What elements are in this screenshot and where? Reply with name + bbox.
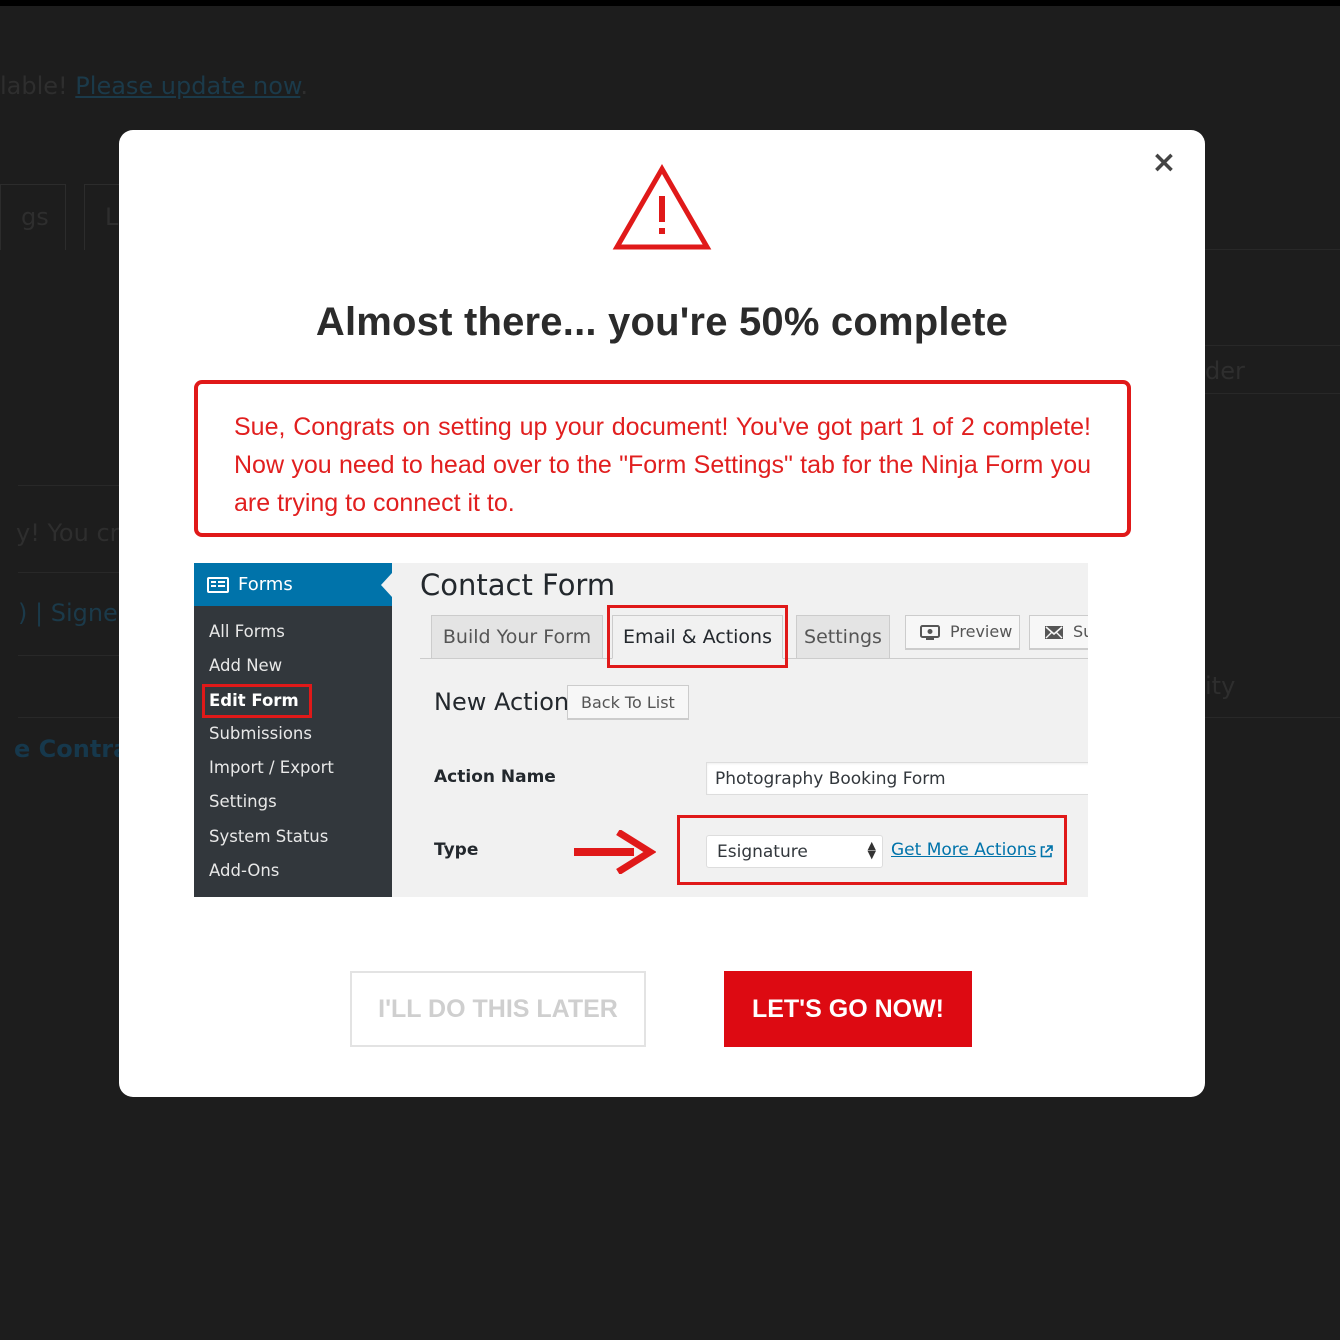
bg-divider	[1205, 393, 1340, 394]
tab-settings: Settings	[796, 615, 890, 659]
update-link[interactable]: Please update now	[75, 72, 300, 100]
sidebar-forms-label: Forms	[238, 574, 293, 595]
sidebar-item-settings: Settings	[209, 792, 277, 811]
sidebar-item-add-new: Add New	[209, 656, 283, 675]
bg-divider	[1205, 345, 1340, 346]
sidebar-forms-header: Forms	[194, 563, 392, 606]
modal-title: Almost there... you're 50% complete	[315, 300, 1009, 344]
bg-divider	[18, 717, 119, 718]
forms-icon	[207, 577, 229, 593]
modal-dialog: × Almost there... you're 50% complete Su…	[119, 130, 1205, 1097]
form-page-title: Contact Form	[420, 568, 616, 602]
sidebar-item-import-export: Import / Export	[209, 758, 334, 777]
mail-icon	[1045, 626, 1063, 639]
update-notice-suffix: .	[300, 72, 308, 100]
do-later-button[interactable]: I'LL DO THIS LATER	[350, 971, 646, 1047]
sidebar-item-system-status: System Status	[209, 827, 329, 846]
sidebar-item-all-forms: All Forms	[209, 622, 285, 641]
arrow-right-icon	[574, 830, 656, 874]
bg-divider	[18, 655, 119, 656]
submit-button: Su	[1029, 615, 1088, 649]
action-name-label: Action Name	[434, 767, 556, 787]
instruction-screenshot: Forms All Forms Add New Edit Form Submis…	[194, 563, 1088, 897]
bg-tab-settings[interactable]: gs	[0, 184, 66, 250]
back-to-list-button: Back To List	[567, 685, 689, 719]
email-actions-highlight	[607, 605, 788, 668]
bg-tab-2[interactable]: L	[84, 184, 124, 250]
bg-text: ity	[1205, 672, 1236, 700]
message-box: Sue, Congrats on setting up your documen…	[194, 380, 1131, 537]
edit-form-highlight	[202, 684, 312, 718]
preview-label: Preview	[950, 622, 1013, 641]
bg-tab-label: L	[105, 203, 119, 231]
bg-text: der	[1205, 357, 1245, 385]
action-name-field: Photography Booking Form	[706, 762, 1088, 795]
sidebar-item-submissions: Submissions	[209, 724, 312, 743]
bg-divider	[1205, 249, 1340, 250]
new-action-title: New Action	[434, 688, 570, 716]
warning-icon	[612, 164, 712, 250]
wp-sidebar: Forms All Forms Add New Edit Form Submis…	[194, 563, 392, 897]
type-label: Type	[434, 840, 479, 860]
message-text: Sue, Congrats on setting up your documen…	[234, 413, 1091, 517]
bg-text: y! You cr	[16, 519, 120, 547]
go-now-button[interactable]: LET'S GO NOW!	[724, 971, 972, 1047]
bg-tab-label: gs	[21, 203, 49, 231]
bg-heading: e Contra	[14, 735, 130, 763]
bg-divider	[1205, 717, 1340, 718]
bg-link-text[interactable]: ) | Signe	[18, 599, 118, 627]
bg-divider	[18, 572, 119, 573]
preview-button: Preview	[905, 615, 1020, 649]
sidebar-notch	[381, 573, 392, 597]
bg-divider	[18, 485, 119, 486]
type-highlight	[677, 815, 1067, 885]
tab-build-your-form: Build Your Form	[431, 615, 603, 659]
sidebar-item-add-ons: Add-Ons	[209, 861, 280, 880]
close-icon[interactable]: ×	[1149, 148, 1179, 178]
preview-icon	[920, 625, 940, 640]
update-notice-text: lable!	[0, 72, 76, 100]
update-notice: lable! Please update now.	[0, 72, 308, 100]
submit-label: Su	[1073, 622, 1088, 641]
